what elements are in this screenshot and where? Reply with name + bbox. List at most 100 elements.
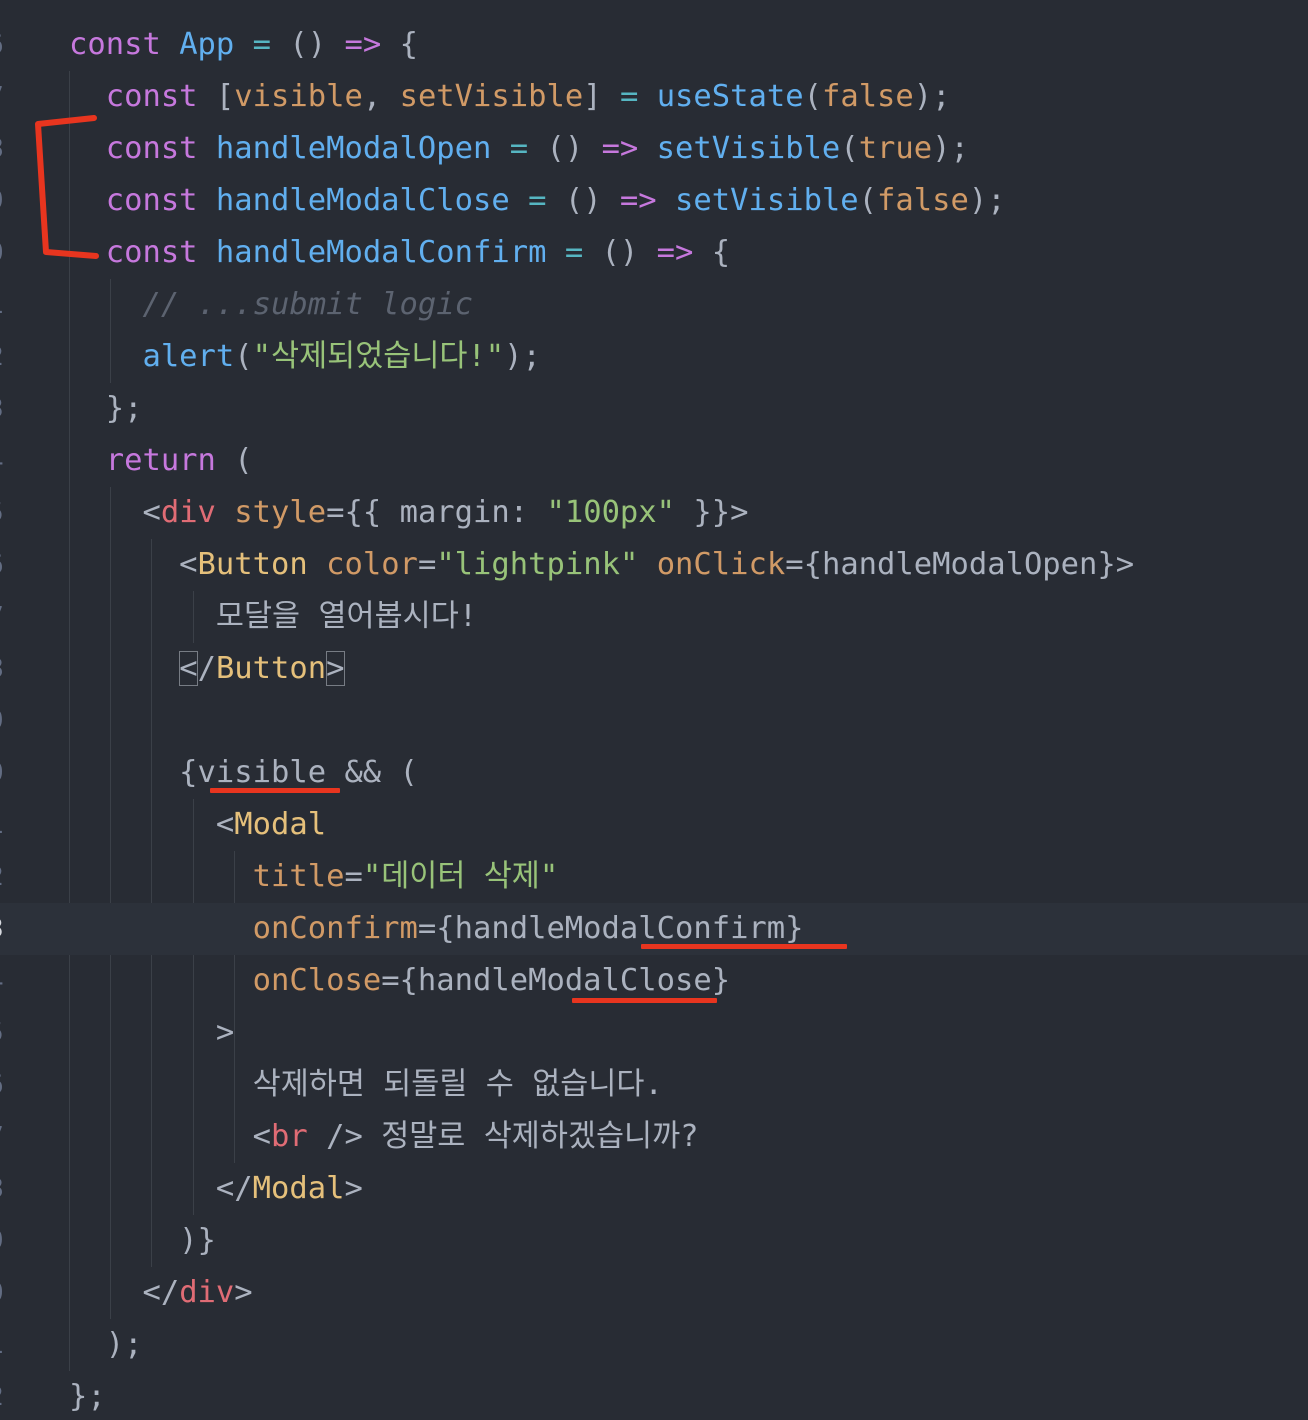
code-token: < <box>69 1119 271 1154</box>
code-token: div <box>160 495 216 530</box>
code-token: ( <box>803 79 822 114</box>
code-line[interactable]: 2 title="데이터 삭제" <box>0 851 1308 903</box>
code-line[interactable]: 0 </div> <box>0 1267 1308 1319</box>
code-token: ); <box>69 1327 143 1362</box>
code-token: useState <box>656 79 804 114</box>
code-line[interactable]: 4 return ( <box>0 435 1308 487</box>
line-number: 0 <box>0 747 18 799</box>
code-token: , <box>362 79 400 114</box>
code-line[interactable]: 8 const handleModalOpen = () => setVisib… <box>0 123 1308 175</box>
code-token: "데이터 삭제" <box>362 859 559 894</box>
red-bracket-annotation <box>35 115 99 259</box>
code-line[interactable]: 1 // ...submit logic <box>0 279 1308 331</box>
code-line[interactable]: 9 )} <box>0 1215 1308 1267</box>
code-line[interactable]: 5 <div style={{ margin: "100px" }}> <box>0 487 1308 539</box>
code-text: const App = () => { <box>69 19 418 71</box>
code-token: ); <box>504 339 541 374</box>
code-text: <Button color="lightpink" onClick={handl… <box>69 539 1134 591</box>
code-token: { <box>693 235 731 270</box>
code-token: ); <box>913 79 951 114</box>
code-token: 모달을 열어봅시다! <box>215 599 478 634</box>
code-token: => <box>656 235 694 270</box>
code-token: = <box>344 859 363 894</box>
code-text: </Button> <box>69 643 345 695</box>
line-number: 7 <box>0 1111 18 1163</box>
line-number: 5 <box>0 1007 18 1059</box>
code-line[interactable]: 3 }; <box>0 383 1308 435</box>
code-token: "lightpink" <box>436 547 639 582</box>
code-text: <div style={{ margin: "100px" }}> <box>69 487 748 539</box>
code-line[interactable]: 1 <Modal <box>0 799 1308 851</box>
code-token: /> <box>307 1119 382 1154</box>
code-token: handleModalClose <box>215 183 510 218</box>
code-token: return <box>105 443 216 478</box>
code-token: ={{ margin: <box>326 495 547 530</box>
line-number: 4 <box>0 955 18 1007</box>
code-token: ); <box>968 183 1006 218</box>
code-line[interactable]: 9 const handleModalClose = () => setVisi… <box>0 175 1308 227</box>
code-line[interactable]: 2 alert("삭제되었습니다!"); <box>0 331 1308 383</box>
code-token: onClose <box>252 963 382 998</box>
code-line[interactable]: 2}; <box>0 1371 1308 1420</box>
code-token: = <box>491 131 547 166</box>
code-token: Button <box>215 651 327 686</box>
code-token: => <box>344 27 382 62</box>
code-line[interactable]: 8 </Modal> <box>0 1163 1308 1215</box>
line-number: 2 <box>0 851 18 903</box>
code-line[interactable]: 7 <br /> 정말로 삭제하겠습니까? <box>0 1111 1308 1163</box>
code-token: ); <box>932 131 969 166</box>
code-line[interactable]: 6 <Button color="lightpink" onClick={han… <box>0 539 1308 591</box>
code-line[interactable]: 8 </Button> <box>0 643 1308 695</box>
code-token: > <box>234 1275 253 1310</box>
code-token: </ <box>69 1275 180 1310</box>
code-text: const [visible, setVisible] = useState(f… <box>69 71 951 123</box>
line-number: 8 <box>0 1163 18 1215</box>
code-line[interactable]: 6 삭제하면 되돌릴 수 없습니다. <box>0 1059 1308 1111</box>
underline-modal-close-annotation <box>572 998 717 1003</box>
code-line[interactable]: 1 ); <box>0 1319 1308 1371</box>
code-token: () <box>601 235 657 270</box>
code-text: const handleModalClose = () => setVisibl… <box>69 175 1006 227</box>
code-text: 모달을 열어봅시다! <box>69 591 477 643</box>
code-token: [ <box>215 79 235 114</box>
code-token: < <box>69 547 198 582</box>
line-number: 2 <box>0 331 18 383</box>
line-number: 5 <box>0 487 18 539</box>
code-token: / <box>197 651 216 686</box>
code-text: 삭제하면 되돌릴 수 없습니다. <box>69 1059 663 1111</box>
code-token: }}> <box>675 495 749 530</box>
code-token: }; <box>69 391 143 426</box>
line-number: 1 <box>0 279 18 331</box>
code-token: ( <box>858 183 878 218</box>
code-token: ={handleModalOpen}> <box>785 547 1135 582</box>
code-line[interactable]: 5 > <box>0 1007 1308 1059</box>
code-token: () <box>546 131 602 166</box>
code-token: ={handleModalConfirm} <box>417 911 804 946</box>
bracket-match-highlight: < <box>179 651 198 686</box>
line-number: 8 <box>0 643 18 695</box>
code-text: > <box>69 1007 234 1059</box>
line-number: 1 <box>0 1319 18 1371</box>
code-token: visible <box>234 79 363 114</box>
bracket-match-highlight: > <box>326 651 345 686</box>
code-line[interactable]: 7 const [visible, setVisible] = useState… <box>0 71 1308 123</box>
code-line[interactable]: 7 모달을 열어봅시다! <box>0 591 1308 643</box>
code-line[interactable]: 9 <box>0 695 1308 747</box>
code-line[interactable]: 0 {visible && ( <box>0 747 1308 799</box>
code-token: title <box>252 859 345 894</box>
code-line[interactable]: 6const App = () => { <box>0 19 1308 71</box>
code-text: // ...submit logic <box>69 279 473 331</box>
line-number: 9 <box>0 1215 18 1267</box>
code-text: const handleModalOpen = () => setVisible… <box>69 123 969 175</box>
code-line[interactable]: 0 const handleModalConfirm = () => { <box>0 227 1308 279</box>
code-token: Button <box>197 547 308 582</box>
code-token: setVisible <box>656 131 841 166</box>
code-token: = <box>619 79 657 114</box>
code-editor[interactable]: 6const App = () => {7 const [visible, se… <box>0 0 1308 1420</box>
